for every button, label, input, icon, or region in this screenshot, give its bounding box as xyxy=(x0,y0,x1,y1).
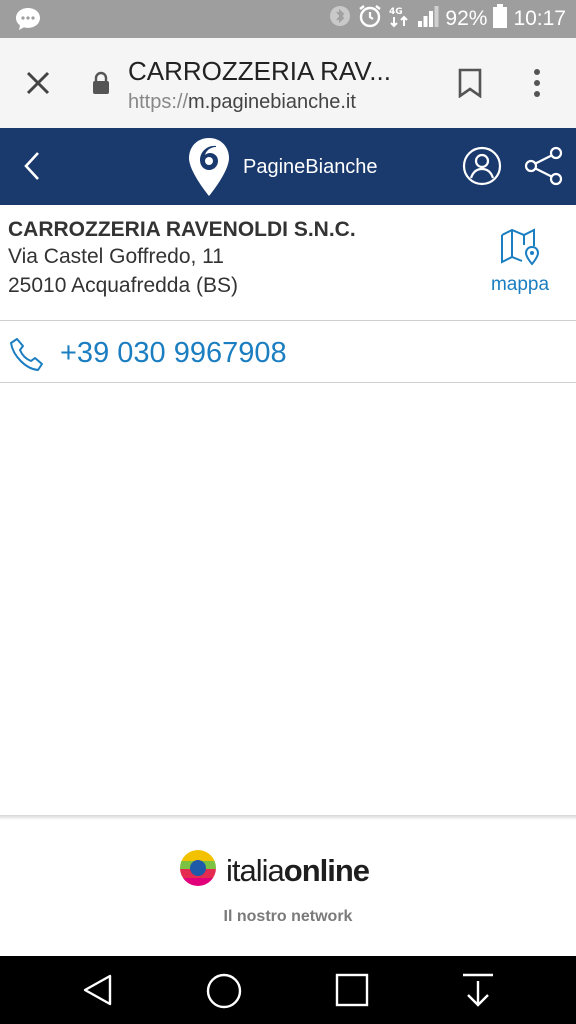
italiaonline-wordmark: italiaonline xyxy=(226,852,370,889)
nav-notifications-down-icon[interactable] xyxy=(460,972,496,1013)
system-nav-bar xyxy=(0,956,576,1024)
phone-handset-icon xyxy=(8,336,48,381)
user-account-icon[interactable] xyxy=(462,146,502,191)
back-chevron-icon[interactable] xyxy=(22,150,42,187)
signal-icon xyxy=(417,4,439,34)
phone-number-link[interactable]: +39 030 9967908 xyxy=(60,337,287,370)
italiaonline-emblem-icon xyxy=(178,848,218,893)
app-header: PagineBianche xyxy=(0,128,576,205)
battery-icon xyxy=(493,4,508,34)
footer: italiaonline Il nostro network xyxy=(0,820,576,956)
lock-icon xyxy=(91,71,111,100)
clock: 10:17 xyxy=(513,7,566,30)
url-bar[interactable]: https://m.paginebianche.it xyxy=(128,91,356,114)
map-label: mappa xyxy=(490,274,550,295)
nav-back-icon[interactable] xyxy=(80,972,116,1013)
alarm-icon xyxy=(357,3,383,35)
page-title: CARROZZERIA RAV... xyxy=(128,56,391,86)
chat-bubble-icon xyxy=(14,6,42,37)
url-host: m.paginebianche.it xyxy=(188,91,356,113)
bookmark-icon[interactable] xyxy=(456,68,484,103)
nav-recents-icon[interactable] xyxy=(334,972,370,1013)
brand-name-second: Bianche xyxy=(305,156,378,178)
status-bar: 4G 92% 10:17 xyxy=(0,0,576,38)
map-button[interactable]: mappa xyxy=(482,227,558,299)
paginebianche-pin-logo[interactable] xyxy=(186,136,232,203)
address-city: 25010 Acquafredda (BS) xyxy=(8,274,238,297)
overflow-menu-icon[interactable] xyxy=(530,68,544,103)
data-transfer-icon: 4G xyxy=(389,4,411,34)
italiaonline-logo[interactable]: italiaonline xyxy=(178,848,370,893)
browser-toolbar: CARROZZERIA RAV... https://m.paginebianc… xyxy=(0,38,576,129)
nav-home-icon[interactable] xyxy=(205,972,243,1015)
svg-text:4G: 4G xyxy=(389,7,403,17)
business-info: CARROZZERIA RAVENOLDI S.N.C. Via Castel … xyxy=(0,205,576,321)
close-icon[interactable] xyxy=(24,69,52,97)
share-icon[interactable] xyxy=(523,146,565,191)
italiaonline-wordmark-light: italia xyxy=(226,852,285,888)
url-scheme: https:// xyxy=(128,91,189,113)
address-street: Via Castel Goffredo, 11 xyxy=(8,245,224,268)
brand-name: PagineBianche xyxy=(243,156,378,179)
battery-percent: 92% xyxy=(445,7,488,30)
italiaonline-wordmark-bold: online xyxy=(283,852,370,888)
map-pin-icon xyxy=(499,228,541,271)
bluetooth-icon xyxy=(329,4,351,34)
phone-row[interactable]: +39 030 9967908 xyxy=(0,321,576,383)
network-tagline: Il nostro network xyxy=(223,908,353,925)
brand-name-first: Pagine xyxy=(243,156,306,178)
business-name: CARROZZERIA RAVENOLDI S.N.C. xyxy=(8,218,356,241)
